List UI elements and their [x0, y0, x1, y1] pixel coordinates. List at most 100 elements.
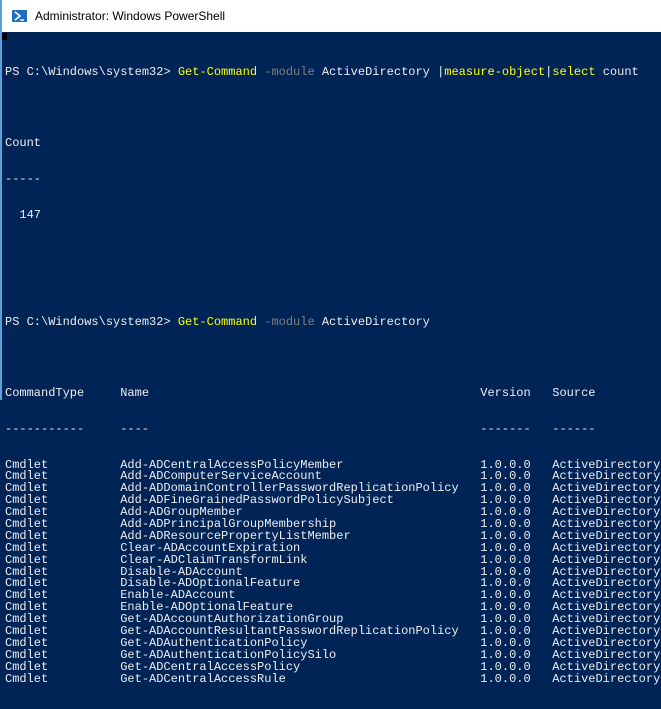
table-header-dashes: ----------- ---- ------- ------	[5, 421, 660, 436]
source: ActiveDirectory	[552, 505, 661, 520]
source: ActiveDirectory	[552, 528, 661, 543]
table-row: Cmdlet Get-ADAccountAuthorizationGroup 1.0…	[5, 612, 661, 627]
command-type: Cmdlet	[5, 481, 49, 496]
source: ActiveDirectory	[552, 457, 661, 472]
dashes: -------	[480, 421, 531, 436]
column-header: Version	[480, 386, 531, 401]
version: 1.0.0.0	[480, 457, 531, 472]
dashes: ------	[552, 421, 596, 436]
command-type: Cmdlet	[5, 600, 49, 615]
command-name: Add-ADCentralAccessPolicyMember	[120, 457, 344, 472]
table-row: Cmdlet Add-ADDomainControllerPasswordRepl…	[5, 481, 661, 496]
source: ActiveDirectory	[552, 600, 661, 615]
table-row: Cmdlet Get-ADAuthenticationPolicySilo 1.0.…	[5, 647, 661, 662]
source: ActiveDirectory	[552, 576, 661, 591]
text-cursor	[2, 33, 7, 40]
dashes: ----	[120, 421, 150, 436]
command-name: Add-ADGroupMember	[120, 505, 243, 520]
table-row: Cmdlet Get-ADCentralAccessRule 1.0.0.0 Acti…	[5, 671, 661, 686]
table-row: Cmdlet Add-ADCentralAccessPolicyMember 1.0…	[5, 457, 661, 472]
command-name: Disable-ADAccount	[120, 564, 243, 579]
command-line-2: PS C:\Windows\system32> Get-Command -mod…	[5, 314, 660, 329]
title-bar[interactable]: Administrator: Windows PowerShell	[0, 0, 661, 32]
command-name: Add-ADComputerServiceAccount	[120, 469, 322, 484]
command-name: Get-ADAccountAuthorizationGroup	[120, 612, 344, 627]
source: ActiveDirectory	[552, 647, 661, 662]
prompt: PS C:\Windows\system32>	[5, 64, 178, 79]
version: 1.0.0.0	[480, 481, 531, 496]
command-type: Cmdlet	[5, 564, 49, 579]
command-name: Get-ADAuthenticationPolicySilo	[120, 647, 337, 662]
table-row: Cmdlet Add-ADResourcePropertyListMember 1.…	[5, 528, 661, 543]
version: 1.0.0.0	[480, 576, 531, 591]
command-type: Cmdlet	[5, 576, 49, 591]
command-name: Clear-ADClaimTransformLink	[120, 552, 308, 567]
table-row: Cmdlet Add-ADGroupMember 1.0.0.0 ActiveDire…	[5, 505, 661, 520]
argument: count	[595, 64, 639, 79]
version: 1.0.0.0	[480, 612, 531, 627]
table-row: Cmdlet Get-ADCentralAccessPolicy 1.0.0.0 Ac…	[5, 659, 661, 674]
table-row: Cmdlet Clear-ADAccountExpiration 1.0.0.0 Ac…	[5, 540, 661, 555]
command-name: Get-Command	[177, 64, 258, 79]
source: ActiveDirectory	[552, 564, 661, 579]
source: ActiveDirectory	[552, 612, 661, 627]
column-header: Name	[120, 386, 150, 401]
source: ActiveDirectory	[552, 469, 661, 484]
command-name: Get-ADAccountResultantPasswordReplicatio…	[120, 624, 459, 639]
table-row: Cmdlet Add-ADComputerServiceAccount 1.0.0.…	[5, 469, 661, 484]
table-row: Cmdlet Get-ADAccountResultantPasswordRepl…	[5, 624, 661, 639]
command-name: Add-ADPrincipalGroupMembership	[120, 517, 337, 531]
command-name: measure-object	[444, 64, 546, 79]
prompt: PS C:\Windows\system32>	[5, 314, 178, 329]
source: ActiveDirectory	[552, 659, 661, 674]
command-type: Cmdlet	[5, 624, 49, 639]
command-type: Cmdlet	[5, 588, 49, 603]
table-header: CommandType Name Version Source	[5, 386, 660, 401]
table-row: Cmdlet Enable-ADOptionalFeature 1.0.0.0 Act…	[5, 600, 661, 615]
version: 1.0.0.0	[480, 493, 531, 508]
argument: ActiveDirectory	[314, 314, 430, 329]
command-type: Cmdlet	[5, 469, 49, 484]
command-name: select	[552, 64, 596, 79]
count-value: 147	[5, 207, 42, 222]
command-name: Add-ADDomainControllerPasswordReplicatio…	[120, 481, 459, 496]
command-type: Cmdlet	[5, 659, 49, 674]
command-type: Cmdlet	[5, 647, 49, 662]
version: 1.0.0.0	[480, 624, 531, 639]
source: ActiveDirectory	[552, 552, 661, 567]
table-row: Cmdlet Get-ADAuthenticationPolicy 1.0.0.0 A…	[5, 635, 660, 650]
source: ActiveDirectory	[552, 540, 661, 555]
command-type: Cmdlet	[5, 528, 49, 543]
command-name: Get-Command	[177, 314, 258, 329]
command-type: Cmdlet	[5, 635, 49, 650]
table-row: Cmdlet Add-ADFineGrainedPasswordPolicySub…	[5, 493, 660, 508]
version: 1.0.0.0	[480, 517, 531, 531]
command-type: Cmdlet	[5, 457, 49, 472]
source: ActiveDirectory	[552, 481, 661, 496]
command-type: Cmdlet	[5, 612, 49, 627]
source: ActiveDirectory	[552, 671, 661, 686]
command-name: Add-ADFineGrainedPasswordPolicySubject	[120, 493, 394, 508]
table-row: Cmdlet Disable-ADAccount 1.0.0.0 ActiveDire…	[5, 564, 661, 579]
command-line-1: PS C:\Windows\system32> Get-Command -mod…	[5, 64, 660, 79]
command-name: Enable-ADOptionalFeature	[120, 600, 294, 615]
version: 1.0.0.0	[480, 469, 531, 484]
table-row: Cmdlet Enable-ADAccount 1.0.0.0 ActiveDirec…	[5, 588, 660, 603]
parameter: -module	[257, 314, 315, 329]
count-header: Count	[5, 136, 42, 151]
command-name: Disable-ADOptionalFeature	[120, 576, 301, 591]
command-name: Get-ADAuthenticationPolicy	[120, 635, 308, 650]
version: 1.0.0.0	[480, 540, 531, 555]
command-name: Enable-ADAccount	[120, 588, 236, 603]
version: 1.0.0.0	[480, 552, 531, 567]
command-type: Cmdlet	[5, 671, 49, 686]
table-row: Cmdlet Clear-ADClaimTransformLink 1.0.0.0 A…	[5, 552, 661, 567]
version: 1.0.0.0	[480, 564, 531, 579]
version: 1.0.0.0	[480, 505, 531, 520]
console-output[interactable]: PS C:\Windows\system32> Get-Command -mod…	[0, 32, 661, 685]
command-type: Cmdlet	[5, 540, 49, 555]
source: ActiveDirectory	[552, 624, 661, 639]
version: 1.0.0.0	[480, 647, 531, 662]
command-type: Cmdlet	[5, 552, 49, 567]
count-dashes: -----	[5, 171, 42, 186]
